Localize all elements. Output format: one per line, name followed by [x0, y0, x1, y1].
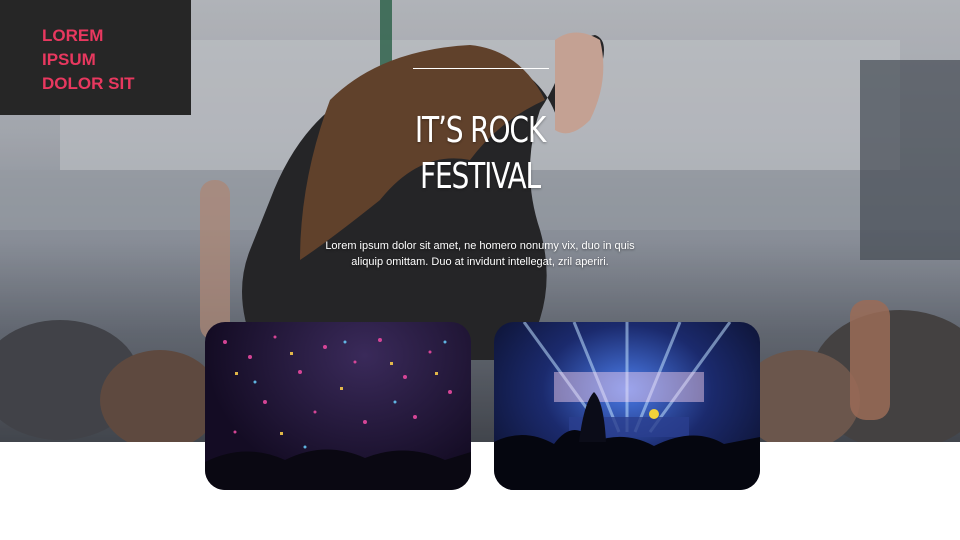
- description: Lorem ipsum dolor sit amet, ne homero no…: [300, 238, 660, 270]
- description-line: Lorem ipsum dolor sit amet, ne homero no…: [325, 240, 635, 252]
- brand-line: IPSUM: [42, 50, 96, 69]
- headline-line: FESTIVAL: [419, 156, 541, 197]
- title-divider: [413, 68, 549, 69]
- slide: LOREM IPSUM DOLOR SIT IT’S ROCK FESTIVAL…: [0, 0, 960, 540]
- concert-stage-photo: [494, 322, 760, 490]
- brand-title: LOREM IPSUM DOLOR SIT: [42, 24, 182, 96]
- description-line: aliquip omittam. Duo at invidunt intelle…: [351, 256, 609, 268]
- headline-line: IT’S ROCK: [414, 110, 546, 151]
- confetti-crowd-photo: [205, 322, 471, 490]
- brand-line: LOREM: [42, 26, 104, 45]
- headline: IT’S ROCK FESTIVAL: [363, 108, 597, 200]
- brand-line: DOLOR SIT: [42, 74, 135, 93]
